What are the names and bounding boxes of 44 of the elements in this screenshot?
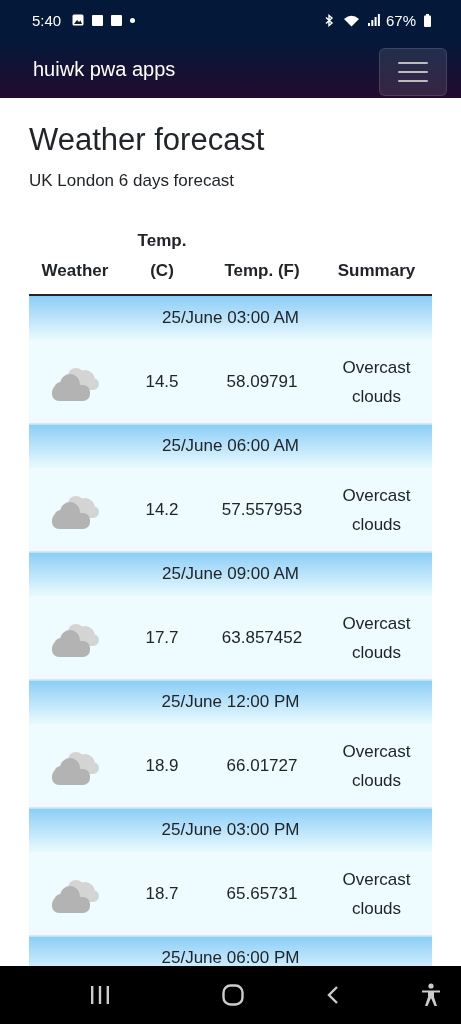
table-cell: 14.2 [121,468,203,552]
table-cell: Overcast clouds [321,596,432,680]
table-cell: 66.01727 [203,724,321,808]
accessibility-icon[interactable] [421,983,441,1007]
page-title: Weather forecast [29,122,266,158]
battery-percent: 67% [385,11,416,29]
cloud-icon [51,495,99,530]
date-header-cell: 25/June 09:00 AM [29,551,432,596]
table-cell: Overcast clouds [321,468,432,552]
table-cell: 14.5 [121,340,203,424]
battery-icon [424,13,431,27]
table-cell: Overcast clouds [321,340,432,424]
back-icon[interactable] [326,985,339,1005]
date-header-cell: 25/June 03:00 PM [29,807,432,852]
cloud-icon [51,751,99,786]
home-icon[interactable] [222,984,245,1006]
table-cell: 57.557953 [203,468,321,552]
date-header-cell: 25/June 03:00 AM [29,295,432,340]
date-header-cell: 25/June 12:00 PM [29,679,432,724]
cloud-icon [51,367,99,402]
dot-icon [130,17,136,23]
table-cell: 18.7 [121,852,203,936]
table-cell: 58.09791 [203,340,321,424]
table-cell: 65.65731 [203,852,321,936]
recent-apps-icon[interactable] [90,986,110,1004]
wifi-icon [342,13,360,27]
table-cell: Overcast clouds [321,852,432,936]
table-cell: 18.9 [121,724,203,808]
date-header-cell: 25/June 06:00 AM [29,423,432,468]
square-icon [92,14,104,26]
cloud-icon [51,623,99,658]
menu-button[interactable] [379,47,447,96]
menu-icon [398,60,428,83]
date-header-cell: 25/June 06:00 PM [29,935,432,966]
page-subtitle: UK London 6 days forecast [29,170,236,192]
signal-icon [367,14,380,26]
cloud-icon [51,879,99,914]
square-icon [111,14,123,26]
brand-link[interactable]: huiwk pwa apps [33,57,176,81]
table-cell: 17.7 [121,596,203,680]
table-cell: 63.857452 [203,596,321,680]
clock-time: 5:40 [32,11,62,29]
table-cell: Overcast clouds [321,724,432,808]
image-icon [72,14,85,26]
